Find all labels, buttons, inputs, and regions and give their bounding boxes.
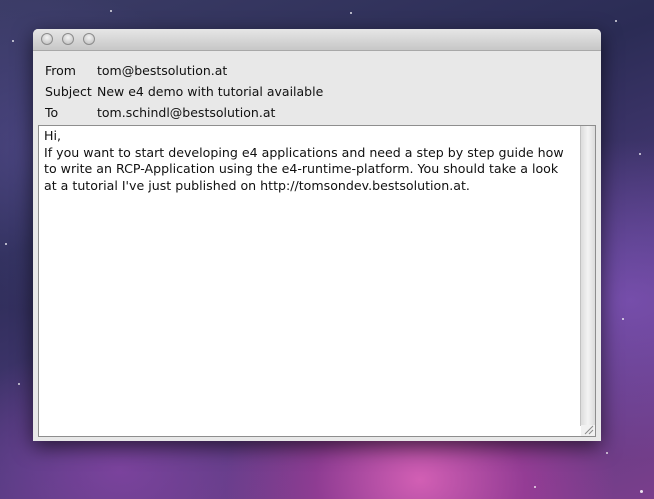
to-value[interactable]: tom.schindl@bestsolution.at: [97, 105, 275, 120]
from-row: From tom@bestsolution.at: [33, 60, 601, 80]
resize-grip-icon[interactable]: [581, 425, 595, 436]
zoom-button[interactable]: [83, 33, 95, 45]
to-label: To: [45, 105, 59, 120]
subject-value[interactable]: New e4 demo with tutorial available: [97, 84, 323, 99]
vertical-scrollbar[interactable]: [580, 126, 595, 426]
title-bar[interactable]: [33, 29, 601, 51]
message-body-area[interactable]: Hi, If you want to start developing e4 a…: [38, 125, 596, 437]
from-value[interactable]: tom@bestsolution.at: [97, 63, 227, 78]
subject-label: Subject: [45, 84, 92, 99]
message-headers: From tom@bestsolution.at Subject New e4 …: [33, 51, 601, 123]
minimize-button[interactable]: [62, 33, 74, 45]
message-body-text[interactable]: Hi, If you want to start developing e4 a…: [44, 128, 579, 194]
close-button[interactable]: [41, 33, 53, 45]
from-label: From: [45, 63, 76, 78]
to-row: To tom.schindl@bestsolution.at: [33, 102, 601, 122]
mail-window: From tom@bestsolution.at Subject New e4 …: [33, 29, 601, 441]
subject-row: Subject New e4 demo with tutorial availa…: [33, 81, 601, 101]
